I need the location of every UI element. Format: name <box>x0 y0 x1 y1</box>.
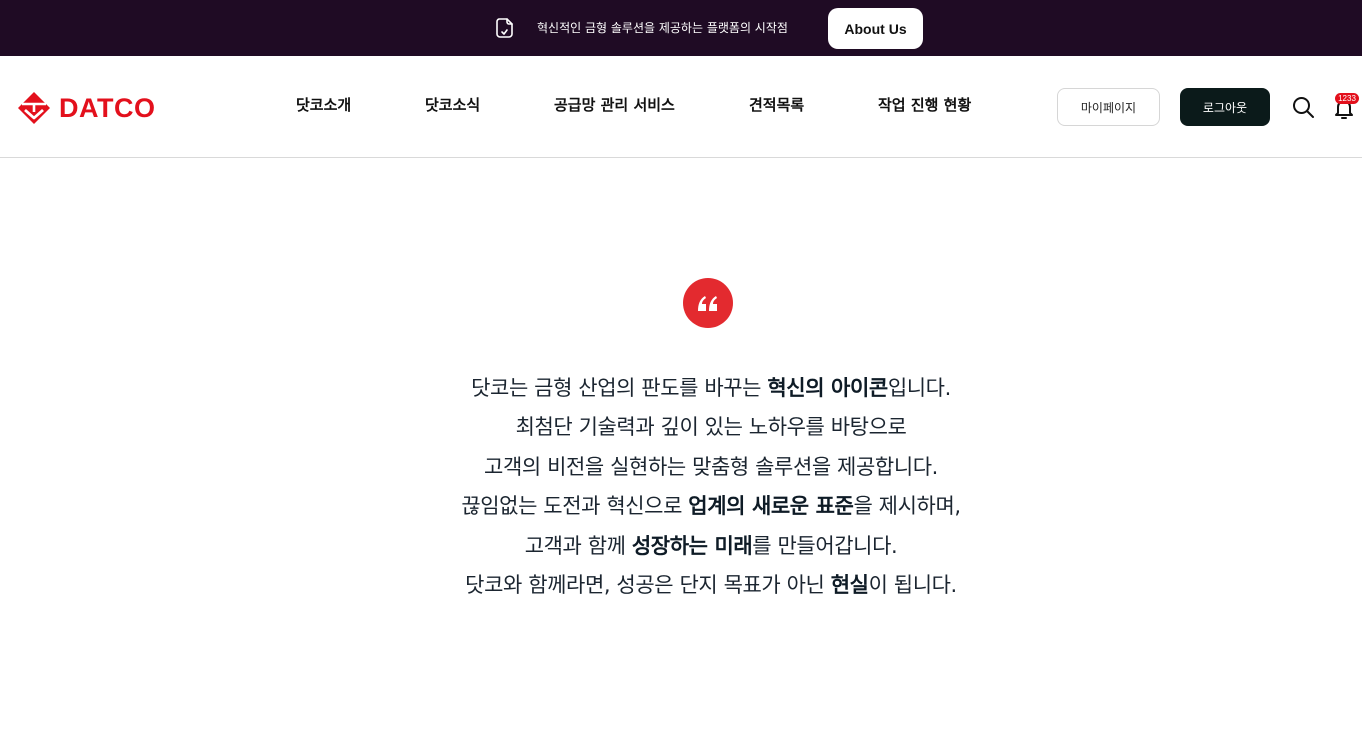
statement-text: 닷코와 함께라면, 성공은 단지 목표가 아닌 <box>465 573 831 598</box>
logout-button[interactable]: 로그아웃 <box>1180 88 1270 126</box>
statement-line: 끊임없는 도전과 혁신으로 업계의 새로운 표준을 제시하며, <box>331 487 1091 526</box>
banner-message: 혁신적인 금형 솔루션을 제공하는 플랫폼의 시작점 <box>537 21 788 35</box>
document-check-icon <box>496 18 513 38</box>
statement-line: 닷코는 금형 산업의 판도를 바꾸는 혁신의 아이콘입니다. <box>331 369 1091 408</box>
statement-highlight: 업계의 새로운 표준 <box>688 494 854 519</box>
nav-work-progress[interactable]: 작업 진행 현황 <box>878 95 971 115</box>
nav-datco-intro[interactable]: 닷코소개 <box>296 95 351 115</box>
statement-text: 고객의 비전을 실현하는 맞춤형 솔루션을 제공합니다. <box>484 454 938 479</box>
notification-button[interactable]: 1233 <box>1332 93 1359 120</box>
quote-icon <box>698 296 717 311</box>
statement-text: 끊임없는 도전과 혁신으로 <box>461 494 689 519</box>
statement-text: 고객과 함께 <box>524 533 632 558</box>
mypage-button[interactable]: 마이페이지 <box>1057 88 1160 126</box>
statement-text: 닷코는 금형 산업의 판도를 바꾸는 <box>471 376 768 400</box>
statement-text: 을 제시하며, <box>853 494 961 519</box>
statement-line: 최첨단 기술력과 깊이 있는 노하우를 바탕으로 <box>331 408 1091 447</box>
datco-logo[interactable]: DATCO <box>16 90 156 126</box>
statement-text: 최첨단 기술력과 깊이 있는 노하우를 바탕으로 <box>515 415 907 440</box>
top-banner: 혁신적인 금형 솔루션을 제공하는 플랫폼의 시작점 About Us <box>0 0 1362 56</box>
site-header: DATCO 닷코소개 닷코소식 공급망 관리 서비스 견적목록 작업 진행 현황… <box>0 56 1362 158</box>
statement-text: 이 됩니다. <box>868 573 958 598</box>
statement-highlight: 혁신의 아이콘 <box>767 376 888 400</box>
statement-line: 닷코와 함께라면, 성공은 단지 목표가 아닌 현실이 됩니다. <box>331 566 1091 605</box>
about-us-button[interactable]: About Us <box>828 8 923 49</box>
search-icon[interactable] <box>1291 95 1315 119</box>
company-statement: 닷코는 금형 산업의 판도를 바꾸는 혁신의 아이콘입니다. 최첨단 기술력과 깊… <box>331 369 1091 605</box>
quote-badge <box>683 278 733 328</box>
nav-supply-chain-service[interactable]: 공급망 관리 서비스 <box>554 95 675 115</box>
nav-quote-list[interactable]: 견적목록 <box>749 95 804 115</box>
logo-text: DATCO <box>59 92 156 123</box>
statement-line: 고객과 함께 성장하는 미래를 만들어갑니다. <box>331 527 1091 566</box>
notification-badge: 1233 <box>1335 93 1359 104</box>
statement-text: 입니다. <box>887 376 951 400</box>
statement-highlight: 현실 <box>830 573 869 598</box>
statement-highlight: 성장하는 미래 <box>631 533 753 558</box>
statement-line: 고객의 비전을 실현하는 맞춤형 솔루션을 제공합니다. <box>331 448 1091 487</box>
statement-text: 를 만들어갑니다. <box>752 533 898 558</box>
nav-datco-news[interactable]: 닷코소식 <box>425 95 480 115</box>
datco-logo-icon <box>18 92 50 124</box>
